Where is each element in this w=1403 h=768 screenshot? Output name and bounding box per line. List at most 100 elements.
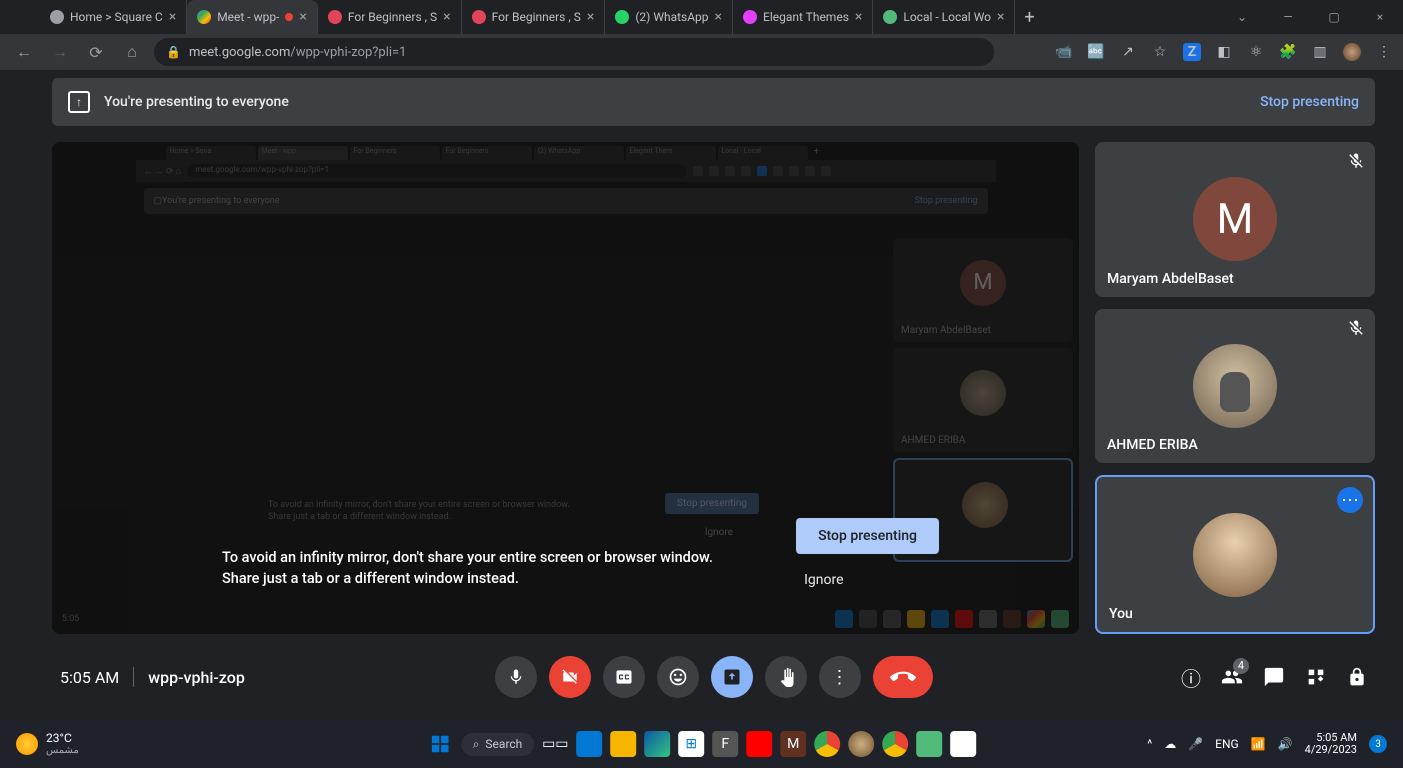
- share-icon[interactable]: ↗: [1119, 43, 1137, 61]
- taskbar-app[interactable]: F: [712, 731, 738, 757]
- mic-button[interactable]: [495, 656, 537, 698]
- close-icon[interactable]: ×: [715, 9, 722, 25]
- camera-icon[interactable]: 📹: [1055, 43, 1073, 61]
- chat-icon[interactable]: [1263, 666, 1285, 688]
- camera-button[interactable]: [549, 656, 591, 698]
- taskbar-app[interactable]: [576, 731, 602, 757]
- mic-muted-icon: [1347, 152, 1365, 170]
- participant-tile-maryam[interactable]: M Maryam AbdelBaset: [1095, 142, 1375, 297]
- forward-button[interactable]: →: [46, 42, 74, 62]
- sidepanel-icon[interactable]: ▥: [1311, 43, 1329, 61]
- chrome-icon[interactable]: [882, 731, 908, 757]
- reactions-button[interactable]: [657, 656, 699, 698]
- activities-icon[interactable]: [1305, 666, 1327, 688]
- meeting-time: 5:05 AM: [60, 668, 119, 687]
- chevron-down-icon[interactable]: ⌄: [1219, 0, 1265, 34]
- chevron-up-icon[interactable]: ^: [1147, 737, 1152, 751]
- present-icon: ↑: [68, 91, 90, 113]
- people-icon[interactable]: 4: [1221, 666, 1243, 688]
- participant-tile-ahmed[interactable]: AHMED ERIBA: [1095, 309, 1375, 464]
- taskbar-app[interactable]: [950, 731, 976, 757]
- minimize-button[interactable]: —: [1265, 0, 1311, 34]
- participant-name: AHMED ERIBA: [1107, 437, 1198, 453]
- ignore-button[interactable]: Ignore: [804, 572, 939, 588]
- url-path: /wpp-vphi-zop?pli=1: [290, 45, 406, 60]
- hangup-button[interactable]: [873, 656, 933, 698]
- presentation-stage: Home > SquaMeet - wppFor BeginnersFor Be…: [52, 142, 1079, 634]
- more-options-button[interactable]: ⋮: [819, 656, 861, 698]
- participant-tiles: M Maryam AbdelBaset AHMED ERIBA ⋯ You: [1095, 142, 1375, 634]
- profile-avatar[interactable]: [1343, 43, 1361, 61]
- mini-name-1: Maryam AbdelBaset: [901, 325, 991, 336]
- mini-banner-text: You're presenting to everyone: [162, 196, 280, 206]
- taskbar-app[interactable]: M: [780, 731, 806, 757]
- notification-badge[interactable]: 3: [1369, 735, 1387, 753]
- stop-presenting-button[interactable]: Stop presenting: [796, 518, 939, 554]
- local-icon[interactable]: [916, 731, 942, 757]
- home-button[interactable]: ⌂: [118, 42, 146, 62]
- more-icon[interactable]: ⋯: [1337, 487, 1363, 513]
- tab-local[interactable]: Local - Local Wo×: [873, 0, 1015, 34]
- raise-hand-button[interactable]: [765, 656, 807, 698]
- star-icon[interactable]: ☆: [1151, 43, 1169, 61]
- mini-time: 5:05: [62, 614, 79, 624]
- new-tab-button[interactable]: +: [1015, 0, 1043, 34]
- store-icon[interactable]: ⊞: [678, 731, 704, 757]
- host-controls-icon[interactable]: [1347, 667, 1367, 687]
- avatar-initial: M: [1193, 177, 1277, 261]
- task-view-icon[interactable]: ▭▭: [542, 731, 568, 757]
- language-indicator[interactable]: ENG: [1215, 737, 1239, 751]
- participant-tile-you[interactable]: ⋯ You: [1095, 475, 1375, 634]
- youtube-icon[interactable]: [746, 731, 772, 757]
- onedrive-icon[interactable]: ☁: [1164, 737, 1176, 751]
- tab-elegant[interactable]: Elegant Themes×: [733, 0, 873, 34]
- url-host: meet.google.com: [189, 45, 290, 60]
- extension-react-icon[interactable]: ⚛: [1247, 43, 1265, 61]
- recording-icon: [285, 13, 293, 21]
- volume-icon[interactable]: 🔊: [1278, 737, 1293, 751]
- translate-icon[interactable]: 🔤: [1087, 43, 1105, 61]
- close-icon[interactable]: ×: [169, 9, 176, 25]
- close-icon[interactable]: ×: [997, 9, 1004, 25]
- present-button[interactable]: [711, 656, 753, 698]
- captions-button[interactable]: [603, 656, 645, 698]
- presenting-text: You're presenting to everyone: [104, 94, 289, 110]
- tab-meet[interactable]: Meet - wpp-×: [187, 0, 318, 34]
- back-button[interactable]: ←: [10, 42, 38, 62]
- start-button[interactable]: [427, 731, 453, 757]
- mini-ignore: Ignore: [705, 527, 733, 538]
- close-icon[interactable]: ×: [587, 9, 594, 25]
- file-explorer-icon[interactable]: [610, 731, 636, 757]
- mini-mirror-1: To avoid an infinity mirror, don't share…: [268, 499, 570, 512]
- menu-icon[interactable]: ⋮: [1375, 43, 1393, 61]
- tab-beginners-2[interactable]: For Beginners , S×: [462, 0, 606, 34]
- extension-z-icon[interactable]: Z: [1183, 43, 1201, 61]
- reload-button[interactable]: ⟳: [82, 43, 110, 62]
- tab-beginners-1[interactable]: For Beginners , S×: [318, 0, 462, 34]
- maximize-button[interactable]: ▢: [1311, 0, 1357, 34]
- close-icon[interactable]: ×: [443, 9, 450, 25]
- clock[interactable]: 5:05 AM4/29/2023: [1305, 732, 1357, 756]
- participant-name: You: [1109, 606, 1133, 622]
- extension-icon[interactable]: ◧: [1215, 43, 1233, 61]
- edge-icon[interactable]: [644, 731, 670, 757]
- close-icon[interactable]: ×: [855, 9, 862, 25]
- browser-tab-strip: Home > Square C× Meet - wpp-× For Beginn…: [0, 0, 1403, 34]
- close-icon[interactable]: ×: [299, 9, 306, 25]
- windows-taskbar: 23°Cمشمس ⌕Search ▭▭ ⊞ F M ^ ☁ 🎤 ENG 📶 🔊 …: [0, 720, 1403, 768]
- weather-widget[interactable]: 23°Cمشمس: [16, 732, 79, 756]
- wifi-icon[interactable]: 📶: [1251, 737, 1266, 751]
- mic-tray-icon[interactable]: 🎤: [1188, 737, 1203, 751]
- address-bar[interactable]: 🔒 meet.google.com/wpp-vphi-zop?pli=1: [154, 38, 994, 66]
- extensions-icon[interactable]: 🧩: [1279, 43, 1297, 61]
- presenting-banner: ↑ You're presenting to everyone Stop pre…: [52, 78, 1375, 126]
- taskbar-app[interactable]: [848, 731, 874, 757]
- chrome-icon[interactable]: [814, 731, 840, 757]
- stop-presenting-link[interactable]: Stop presenting: [1260, 94, 1359, 110]
- close-button[interactable]: ×: [1357, 0, 1403, 34]
- info-icon[interactable]: ⓘ: [1181, 663, 1201, 692]
- mic-muted-icon: [1347, 319, 1365, 337]
- tab-home[interactable]: Home > Square C×: [40, 0, 187, 34]
- search-box[interactable]: ⌕Search: [461, 733, 535, 756]
- tab-whatsapp[interactable]: (2) WhatsApp×: [605, 0, 733, 34]
